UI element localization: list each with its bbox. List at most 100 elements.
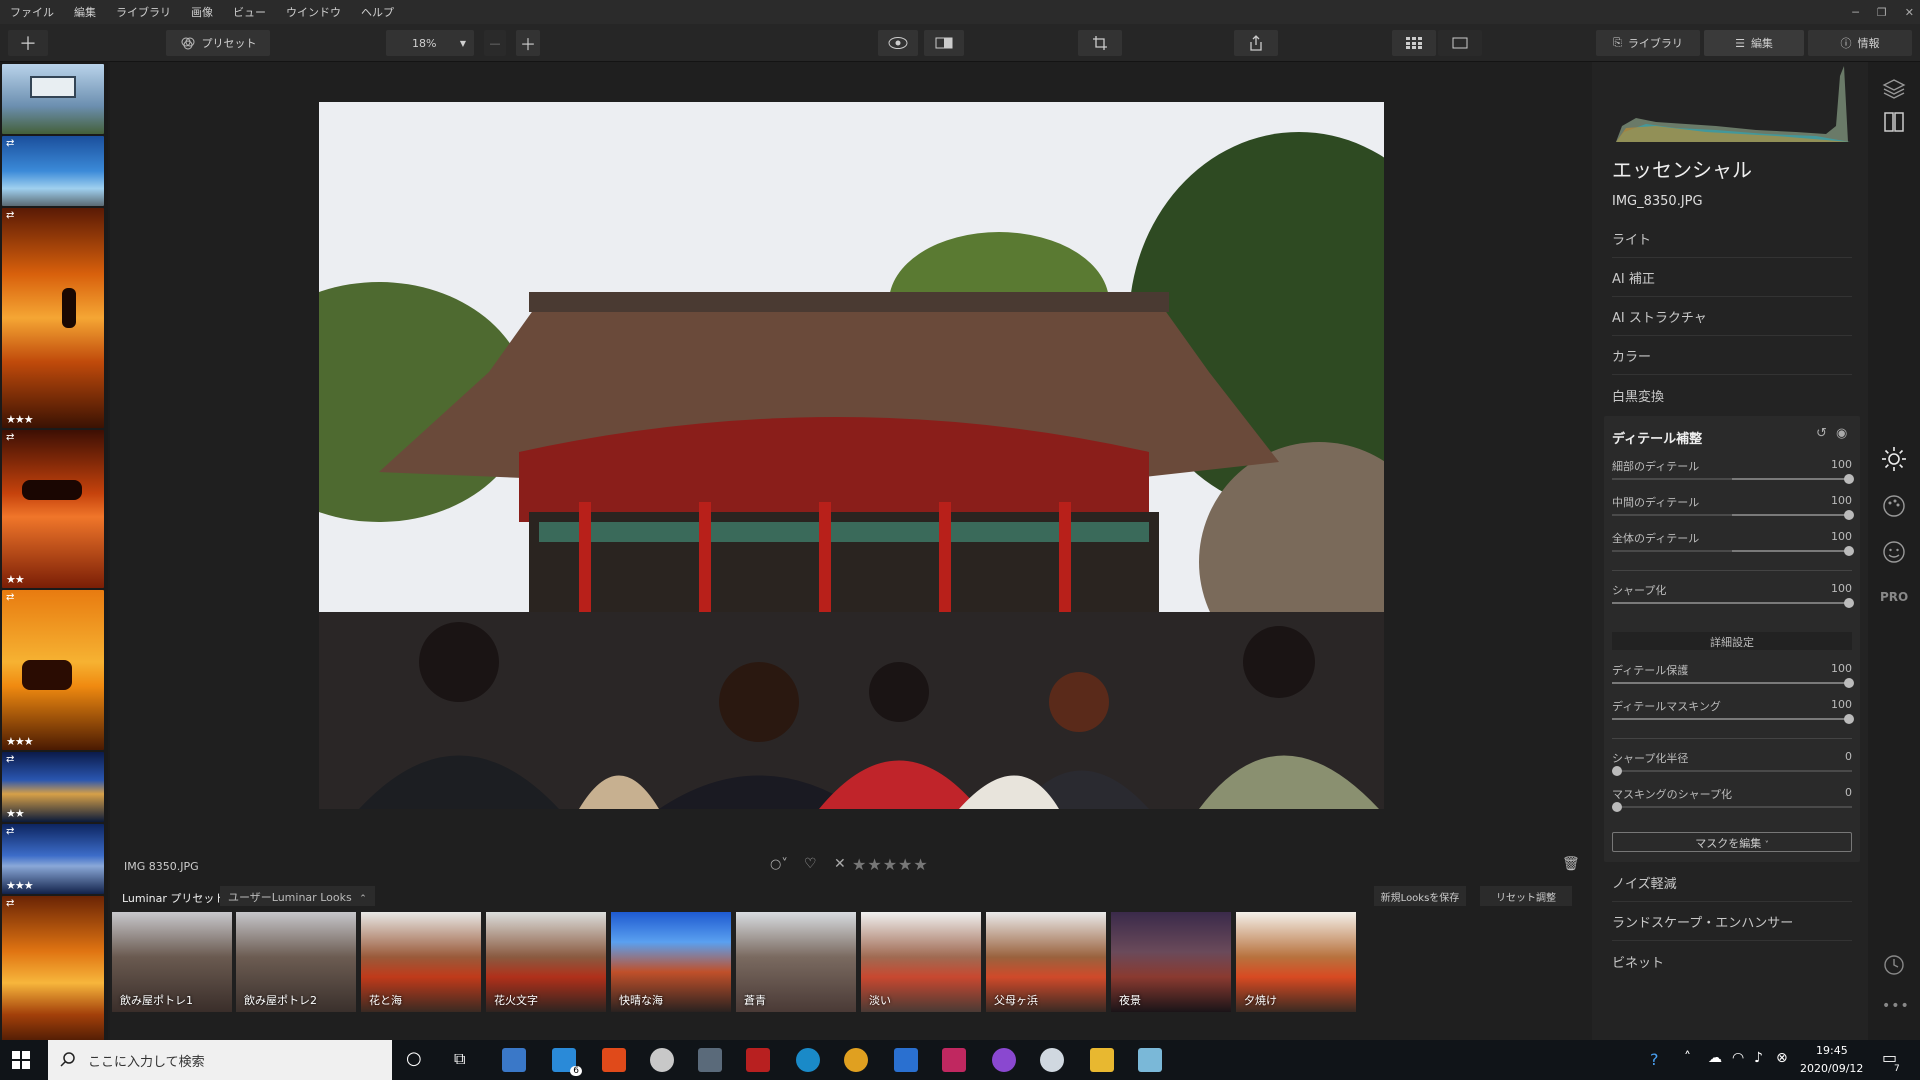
trash-icon[interactable]: 🗑 [1562,856,1580,872]
section-landscape-enhancer[interactable]: ランドスケープ・エンハンサー [1612,903,1852,941]
filmstrip-thumb[interactable]: ⇄ ★★★ [2,896,104,1040]
app-icon[interactable] [894,1048,918,1072]
section-ai-enhance[interactable]: AI 補正 [1612,259,1852,297]
reject-icon[interactable]: ✕ [834,856,846,872]
tab-edit[interactable]: ☰ 編集 [1704,30,1804,56]
edit-mask-button[interactable]: マスクを編集 ˅ [1612,832,1852,852]
task-view-icon[interactable]: ⧉ [454,1049,465,1069]
app-icon[interactable] [746,1048,770,1072]
office-icon[interactable] [602,1048,626,1072]
look-thumb[interactable]: 飲み屋ポトレ1 [112,912,232,1012]
look-thumb[interactable]: 蒼青 [736,912,856,1012]
filmstrip-thumb[interactable]: ⇄ ★★★ [2,208,104,428]
minimize-icon[interactable]: ─ [1852,6,1859,19]
zoom-in-icon[interactable]: ＋ [516,30,540,56]
look-thumb[interactable]: 夕焼け [1236,912,1356,1012]
app-icon[interactable] [650,1048,674,1072]
filmstrip-thumb[interactable]: ⇄ [2,136,104,206]
section-light[interactable]: ライト [1612,220,1852,258]
look-thumb[interactable]: 花火文字 [486,912,606,1012]
slider-mid-detail[interactable]: 中間のディテール 100 [1612,494,1854,528]
look-thumb[interactable]: 淡い [861,912,981,1012]
luminar-icon[interactable] [1040,1048,1064,1072]
add-icon[interactable]: ＋ [8,30,48,56]
portrait-face-icon[interactable] [1882,540,1906,564]
help-icon[interactable]: ? [1650,1050,1659,1069]
menu-help[interactable]: ヘルプ [361,4,394,20]
clock-date[interactable]: 2020/09/12 [1800,1062,1863,1075]
look-thumb[interactable]: 花と海 [361,912,481,1012]
cortana-icon[interactable]: ○ [406,1048,422,1069]
save-looks-button[interactable]: 新規Looksを保存 [1374,886,1466,906]
store-icon[interactable] [502,1048,526,1072]
crop-icon[interactable] [1078,30,1122,56]
look-thumb[interactable]: 快晴な海 [611,912,731,1012]
ime-icon[interactable]: ⊗ [1776,1050,1788,1066]
slider-masking-sharpen[interactable]: マスキングのシャープ化 0 [1612,786,1852,820]
menu-file[interactable]: ファイル [10,4,54,20]
canvas-icon[interactable] [1883,110,1905,134]
slider-detail-masking[interactable]: ディテールマスキング 100 [1612,698,1854,732]
section-bw[interactable]: 白黒変換 [1612,376,1852,414]
volume-icon[interactable]: ♪ [1754,1050,1763,1066]
tab-library[interactable]: ⎘ ライブラリ [1596,30,1700,56]
filmstrip-thumb[interactable]: ⇄ ★★★ [2,824,104,894]
menu-view[interactable]: ビュー [233,4,266,20]
pro-tools-icon[interactable]: PRO [1880,590,1908,604]
chrome-icon[interactable] [844,1048,868,1072]
share-icon[interactable] [1234,30,1278,56]
filmstrip-thumb[interactable]: ⇄ ★★★ [2,590,104,750]
compare-icon[interactable] [924,30,964,56]
reset-adjust-button[interactable]: リセット調整 [1480,886,1572,906]
more-icon[interactable]: ••• [1882,998,1910,1014]
windows-start-icon[interactable] [12,1051,30,1069]
menu-library[interactable]: ライブラリ [116,4,171,20]
preset-button[interactable]: プリセット [166,30,270,56]
zoom-select[interactable]: 18% ▼ [386,30,474,56]
filmstrip-thumb[interactable]: ⇄ ★★ [2,430,104,588]
section-color[interactable]: カラー [1612,337,1852,375]
taskbar-search-input[interactable]: ここに入力して検索 [48,1040,392,1080]
grid-view-icon[interactable] [1392,30,1436,56]
filmstrip-thumb[interactable] [2,64,104,134]
user-looks-dropdown[interactable]: ユーザーLuminar Looks ⌃ [220,886,375,906]
history-clock-icon[interactable] [1883,954,1905,976]
look-thumb[interactable]: 飲み屋ポトレ2 [236,912,356,1012]
tab-info[interactable]: ⓘ 情報 [1808,30,1912,56]
close-icon[interactable]: ✕ [1905,6,1914,19]
chevron-up-icon[interactable]: ˄ [1684,1050,1691,1066]
reset-icon[interactable]: ↺ [1816,426,1827,441]
slider-sharpen-radius[interactable]: シャープ化半径 0 [1612,750,1852,784]
app-icon[interactable] [992,1048,1016,1072]
heart-icon[interactable]: ♡ [804,856,817,872]
restore-icon[interactable]: ❐ [1877,6,1887,19]
menu-window[interactable]: ウインドウ [286,4,341,20]
tab-luminar-presets[interactable]: Luminar プリセット [122,890,225,906]
edge-icon[interactable] [796,1048,820,1072]
menu-edit[interactable]: 編集 [74,4,96,20]
visibility-toggle-icon[interactable]: ◉ [1836,426,1847,441]
wifi-icon[interactable]: ◠ [1732,1050,1744,1066]
layers-icon[interactable] [1882,78,1906,100]
single-view-icon[interactable] [1438,30,1482,56]
essentials-sun-icon[interactable] [1881,446,1907,472]
detail-title[interactable]: ディテール補整 [1612,428,1702,447]
section-vignette[interactable]: ビネット [1612,942,1852,980]
section-ai-structure[interactable]: AI ストラクチャ [1612,298,1852,336]
rating-stars[interactable]: ★★★★★ [852,855,929,874]
flag-circle-icon[interactable]: ○˅ [770,857,788,872]
slider-detail-protect[interactable]: ディテール保護 100 [1612,662,1854,696]
affinity-icon[interactable] [942,1048,966,1072]
slider-sharpen[interactable]: シャープ化 100 [1612,582,1854,616]
menu-image[interactable]: 画像 [191,4,213,20]
look-thumb[interactable]: 夜景 [1111,912,1231,1012]
app-icon[interactable] [1138,1048,1162,1072]
explorer-icon[interactable] [1090,1048,1114,1072]
slider-overall-detail[interactable]: 全体のディテール 100 [1612,530,1854,564]
filmstrip-thumb[interactable]: ⇄ ★★ [2,752,104,822]
onedrive-icon[interactable]: ☁ [1708,1050,1722,1066]
advanced-settings-button[interactable]: 詳細設定 [1612,632,1852,650]
preview-eye-icon[interactable] [878,30,918,56]
look-thumb[interactable]: 父母ヶ浜 [986,912,1106,1012]
zoom-out-icon[interactable]: — [484,30,506,56]
